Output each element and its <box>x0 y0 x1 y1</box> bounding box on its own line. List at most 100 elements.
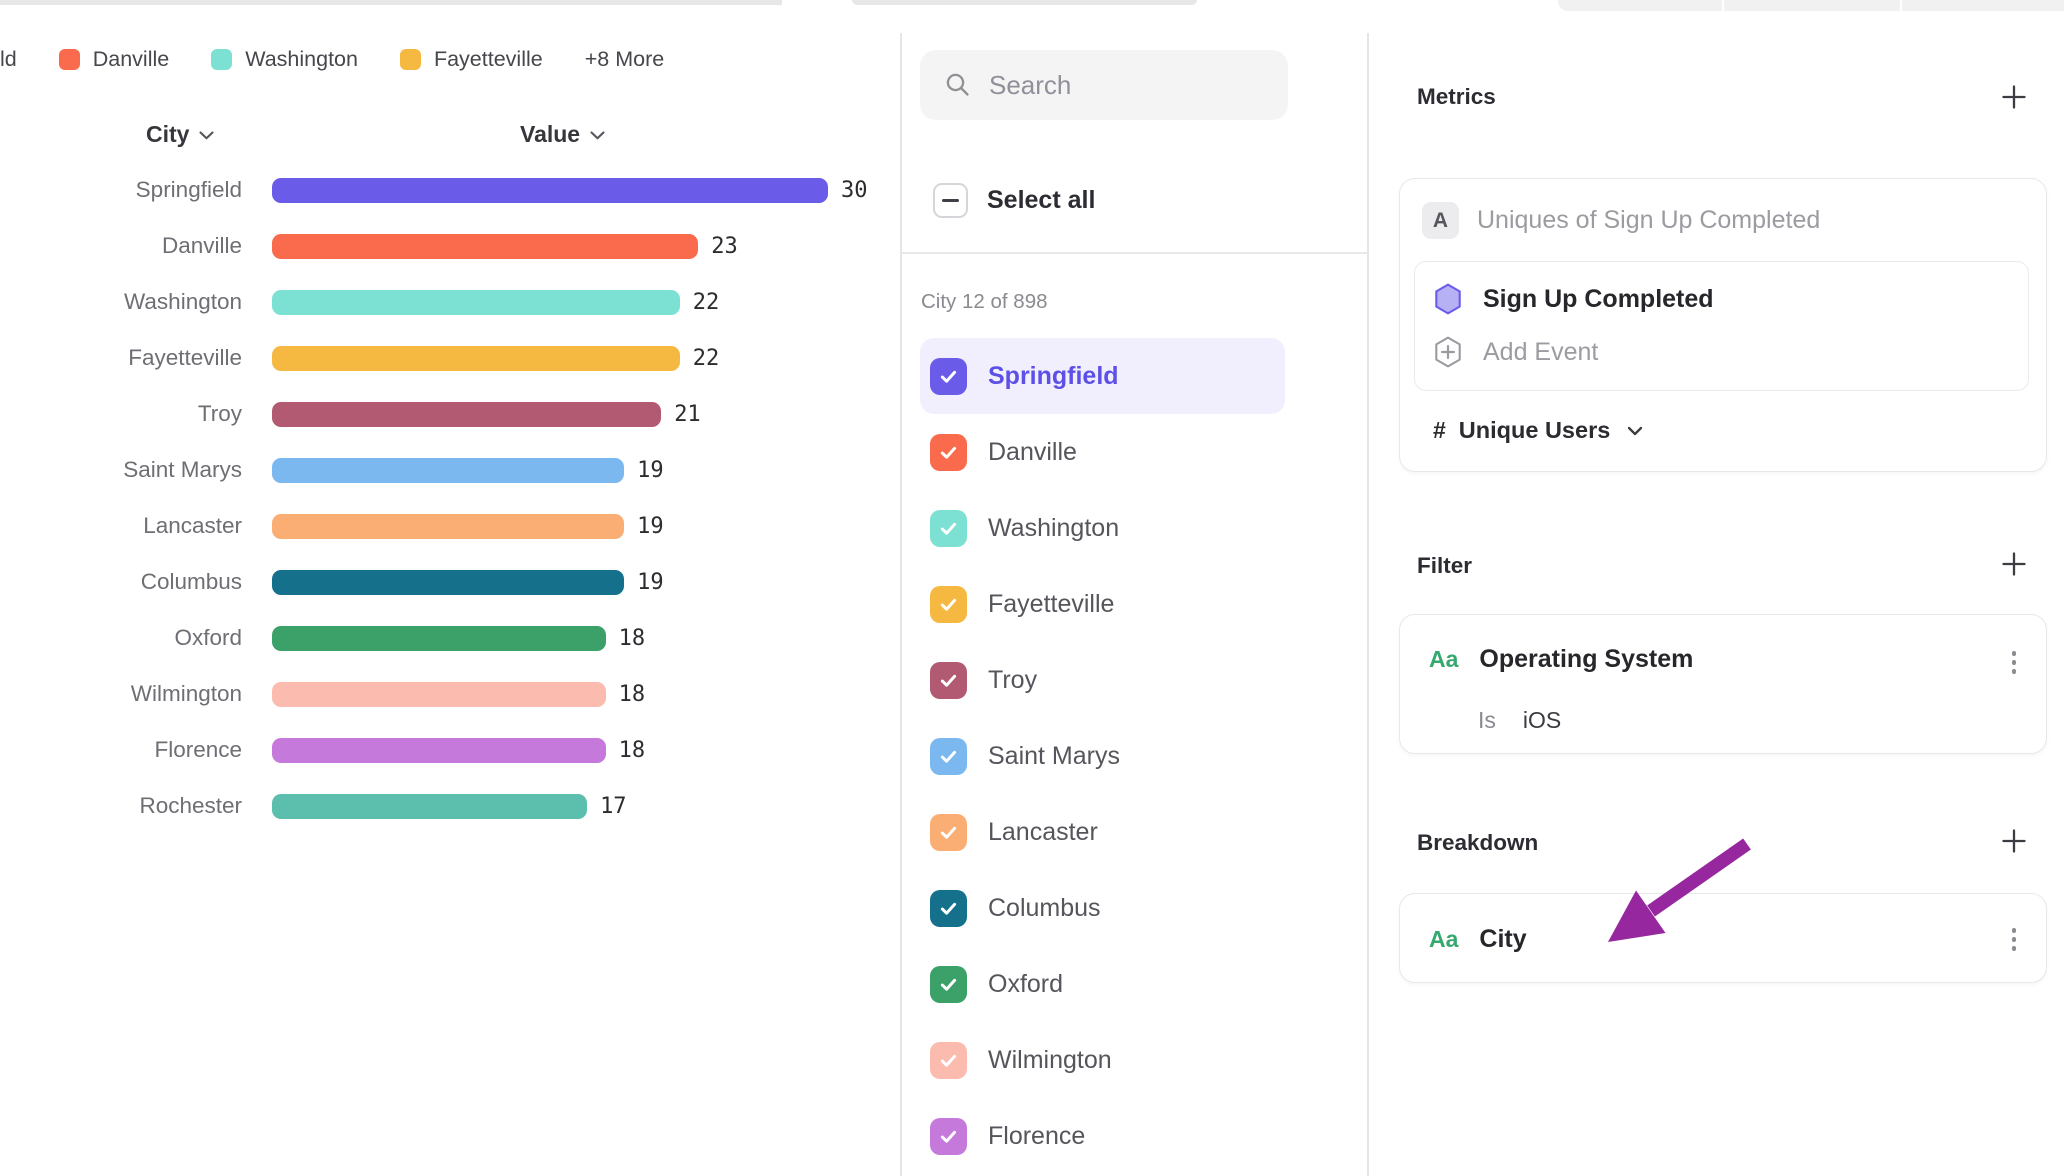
check-icon <box>938 898 959 919</box>
breakdown-report-screen: ld Danville Washington Fayetteville +8 M… <box>0 0 2064 1176</box>
city-item-label: Oxford <box>988 970 1063 999</box>
city-list-item[interactable]: Danville <box>920 414 1285 490</box>
city-list: Springfield Danville Washington <box>920 338 1285 1174</box>
bar-value: 21 <box>674 402 701 427</box>
check-icon <box>938 366 959 387</box>
bar[interactable] <box>272 346 680 371</box>
sort-header-value[interactable]: Value <box>520 118 605 150</box>
search-input[interactable] <box>989 70 1268 101</box>
city-list-item[interactable]: Saint Marys <box>920 718 1285 794</box>
bar-label: Oxford <box>0 625 272 651</box>
segmented-tabs-remnant <box>1558 0 2064 11</box>
city-checkbox[interactable] <box>930 890 967 927</box>
chart-row: Saint Marys 19 <box>0 442 900 498</box>
filter-property-row[interactable]: Aa Operating System <box>1429 642 1693 676</box>
value-header-label: Value <box>520 121 580 148</box>
city-list-item[interactable]: Wilmington <box>920 1022 1285 1098</box>
select-all-checkbox[interactable] <box>933 183 968 218</box>
bar[interactable] <box>272 290 680 315</box>
city-item-label: Washington <box>988 514 1119 543</box>
city-list-item[interactable]: Lancaster <box>920 794 1285 870</box>
bar[interactable] <box>272 514 624 539</box>
city-checkbox[interactable] <box>930 1042 967 1079</box>
filter-operator: Is <box>1478 707 1496 734</box>
bar-value: 22 <box>693 290 720 315</box>
metric-summary-row: A Uniques of Sign Up Completed <box>1422 202 1820 239</box>
bar-label: Wilmington <box>0 681 272 707</box>
hexagon-event-icon <box>1433 283 1463 315</box>
legend-item[interactable]: +8 More <box>585 47 664 72</box>
bar-value: 23 <box>711 234 738 259</box>
more-options-button[interactable] <box>2008 924 2021 955</box>
filter-property-label: Operating System <box>1479 645 1693 674</box>
chart-legend: ld Danville Washington Fayetteville +8 M… <box>0 47 664 72</box>
bar[interactable] <box>272 234 698 259</box>
bar[interactable] <box>272 178 828 203</box>
city-list-item[interactable]: Florence <box>920 1098 1285 1174</box>
bar[interactable] <box>272 626 606 651</box>
event-name-label: Sign Up Completed <box>1483 285 1714 314</box>
bar-label: Rochester <box>0 793 272 819</box>
chart-row: Columbus 19 <box>0 554 900 610</box>
city-checkbox[interactable] <box>930 966 967 1003</box>
text-type-badge: Aa <box>1429 926 1458 953</box>
city-list-item[interactable]: Washington <box>920 490 1285 566</box>
filter-operator-row[interactable]: Is iOS <box>1478 707 1561 734</box>
city-list-item[interactable]: Oxford <box>920 946 1285 1022</box>
aggregation-label: Unique Users <box>1459 417 1611 444</box>
add-event-label: Add Event <box>1483 338 1598 367</box>
bar[interactable] <box>272 570 624 595</box>
event-card: Sign Up Completed Add Event <box>1414 261 2029 391</box>
city-item-label: Wilmington <box>988 1046 1112 1075</box>
city-list-item[interactable]: Troy <box>920 642 1285 718</box>
breakdown-property-row[interactable]: Aa City <box>1429 922 1527 956</box>
bar-label: Florence <box>0 737 272 763</box>
bar-chart: Springfield 30 Danville 23 Washington 22… <box>0 162 900 834</box>
bar-label: Lancaster <box>0 513 272 539</box>
city-list-item[interactable]: Columbus <box>920 870 1285 946</box>
add-event-row[interactable]: Add Event <box>1433 328 1598 376</box>
bar-label: Washington <box>0 289 272 315</box>
bar[interactable] <box>272 402 661 427</box>
legend-item[interactable]: Fayetteville <box>400 47 543 72</box>
legend-item[interactable]: Washington <box>211 47 358 72</box>
city-checkbox[interactable] <box>930 662 967 699</box>
list-count-label: City 12 of 898 <box>921 290 1048 314</box>
event-row[interactable]: Sign Up Completed <box>1433 275 1714 323</box>
city-list-item[interactable]: Fayetteville <box>920 566 1285 642</box>
bar[interactable] <box>272 458 624 483</box>
legend-item[interactable]: Danville <box>59 47 169 72</box>
city-checkbox[interactable] <box>930 814 967 851</box>
legend-item-label: Washington <box>245 47 358 72</box>
select-all-label: Select all <box>987 186 1095 215</box>
hexagon-plus-icon <box>1433 336 1463 368</box>
city-checkbox[interactable] <box>930 1118 967 1155</box>
bar-value: 18 <box>619 738 646 763</box>
select-all-row[interactable]: Select all <box>933 183 1095 218</box>
bar[interactable] <box>272 794 587 819</box>
city-checkbox[interactable] <box>930 586 967 623</box>
bar-value: 30 <box>841 178 868 203</box>
chart-row: Danville 23 <box>0 218 900 274</box>
city-list-item[interactable]: Springfield <box>920 338 1285 414</box>
legend-swatch-icon <box>211 49 232 70</box>
bar[interactable] <box>272 738 606 763</box>
add-filter-button[interactable] <box>2000 550 2028 578</box>
city-checkbox[interactable] <box>930 358 967 395</box>
sort-header-city[interactable]: City <box>146 118 214 150</box>
add-metric-button[interactable] <box>2000 83 2028 111</box>
aggregation-dropdown[interactable]: # Unique Users <box>1433 417 1643 444</box>
bar[interactable] <box>272 682 606 707</box>
city-checkbox[interactable] <box>930 510 967 547</box>
bar-value: 17 <box>600 794 627 819</box>
more-options-button[interactable] <box>2008 647 2021 678</box>
city-checkbox[interactable] <box>930 434 967 471</box>
bar-value: 22 <box>693 346 720 371</box>
bar-value: 19 <box>637 458 664 483</box>
chart-row: Oxford 18 <box>0 610 900 666</box>
city-checkbox[interactable] <box>930 738 967 775</box>
legend-item[interactable]: ld <box>0 47 17 72</box>
filter-card: Aa Operating System Is iOS <box>1399 614 2047 754</box>
add-breakdown-button[interactable] <box>2000 827 2028 855</box>
city-item-label: Lancaster <box>988 818 1098 847</box>
